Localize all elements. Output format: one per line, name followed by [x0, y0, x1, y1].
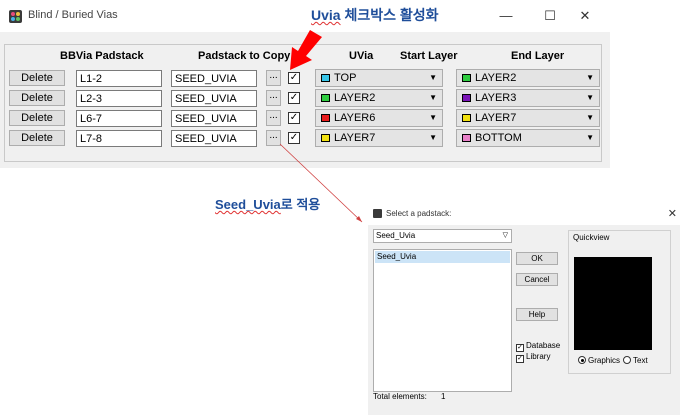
app-icon — [373, 209, 382, 218]
list-item[interactable]: Seed_Uvia — [375, 251, 510, 263]
graphics-radio[interactable] — [578, 356, 586, 364]
red-arrow-icon — [290, 30, 322, 70]
connector-arrow-icon — [279, 143, 363, 223]
total-elements-value: 1 — [441, 392, 446, 401]
select-padstack-dialog: Select a padstack: ✕ Seed_Uvia ▽ Seed_Uv… — [368, 205, 680, 415]
library-label: Library — [526, 352, 551, 361]
chevron-down-icon: ▽ — [502, 232, 508, 239]
cancel-button[interactable]: Cancel — [516, 273, 558, 286]
database-checkbox[interactable]: ✓ — [516, 344, 524, 352]
quickview-label: Quickview — [573, 233, 610, 242]
dialog-title: Select a padstack: — [386, 209, 452, 218]
text-label: Text — [633, 356, 648, 365]
quickview-preview — [574, 257, 652, 350]
text-radio[interactable] — [623, 356, 631, 364]
total-elements: Total elements: 1 — [373, 392, 446, 401]
library-checkbox[interactable]: ✓ — [516, 355, 524, 363]
database-label: Database — [526, 341, 561, 350]
database-checkbox-row[interactable]: ✓ Database — [516, 341, 560, 352]
padstack-filter-value: Seed_Uvia — [376, 231, 416, 240]
total-elements-label: Total elements: — [373, 392, 427, 401]
graphics-radio-row[interactable]: Graphics — [578, 356, 620, 365]
help-button[interactable]: Help — [516, 308, 558, 321]
padstack-filter-select[interactable]: Seed_Uvia ▽ — [373, 229, 512, 243]
library-checkbox-row[interactable]: ✓ Library — [516, 352, 550, 363]
ok-button[interactable]: OK — [516, 252, 558, 265]
dialog-close-button[interactable]: ✕ — [668, 207, 677, 220]
text-radio-row[interactable]: Text — [623, 356, 648, 365]
graphics-label: Graphics — [588, 356, 621, 365]
dialog-title-bar: Select a padstack: ✕ — [368, 205, 680, 225]
padstack-list[interactable]: Seed_Uvia — [373, 249, 512, 392]
